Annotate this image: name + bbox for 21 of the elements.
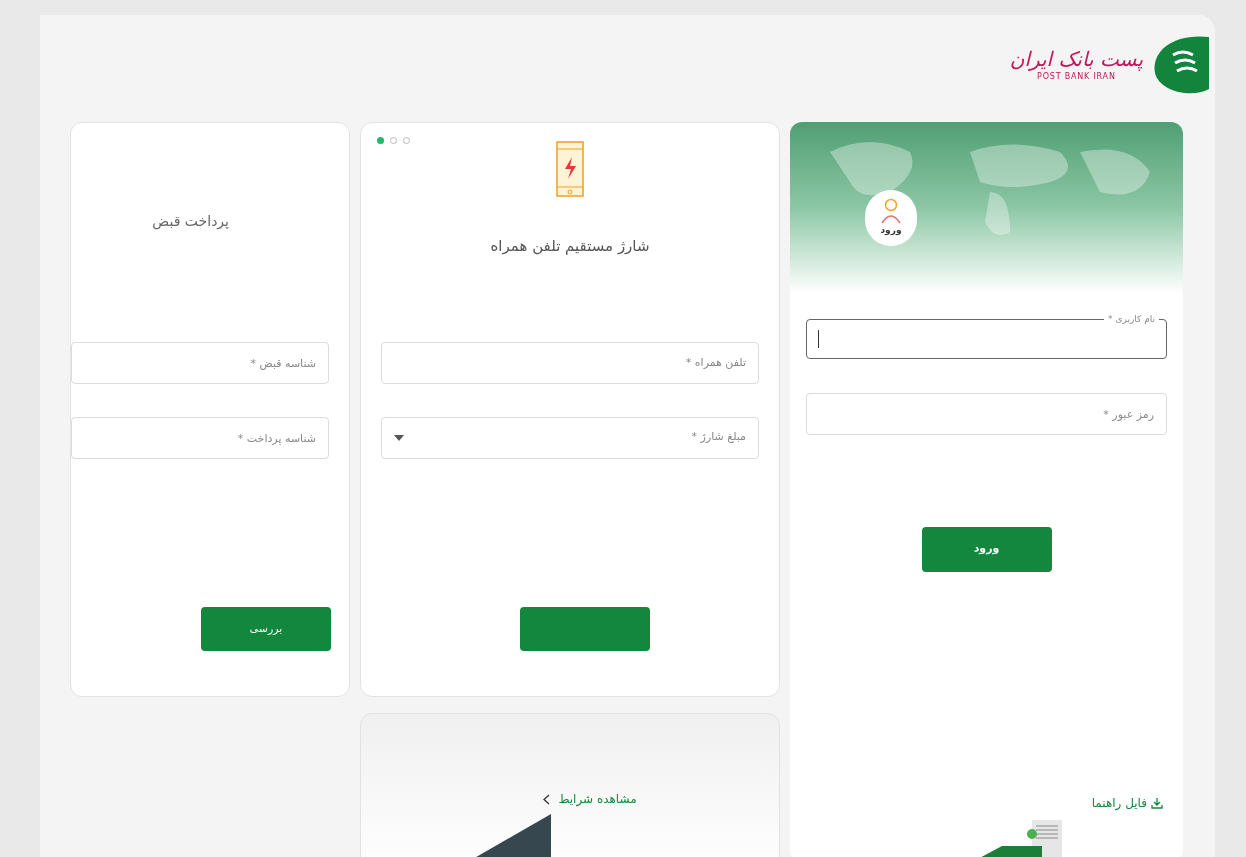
help-file-link[interactable]: فایل راهنما — [1091, 794, 1163, 812]
card-title: پرداخت قبض — [152, 212, 229, 232]
text-field[interactable]: شناسه پرداخت * — [71, 417, 329, 459]
card-title: شارژ مستقیم تلفن همراه — [490, 236, 650, 257]
caret-icon — [394, 434, 404, 441]
user-icon — [880, 198, 902, 225]
text-field[interactable]: شناسه قبض * — [71, 342, 329, 384]
text-field[interactable]: تلفن همراه * — [381, 341, 759, 384]
avatar-label: ورود — [880, 224, 902, 238]
chevron-icon — [543, 793, 551, 805]
logo-text: پست بانک ایران — [1009, 47, 1143, 71]
mobile-charge-icon — [556, 141, 584, 197]
dropdown-field[interactable]: مبلغ شارژ * — [381, 416, 759, 459]
terms-link[interactable]: مشاهده شرایط — [543, 790, 637, 808]
logo-subtitle: POST BANK IRAN — [1037, 72, 1116, 83]
check-bill-button[interactable]: بررسی — [201, 607, 331, 651]
download-icon — [1151, 797, 1163, 809]
submit-button[interactable] — [520, 606, 650, 651]
login-button[interactable]: ورود — [921, 527, 1052, 572]
avatar-badge[interactable]: ورود — [865, 190, 917, 246]
text-field[interactable]: رمز عبور * — [806, 393, 1167, 435]
